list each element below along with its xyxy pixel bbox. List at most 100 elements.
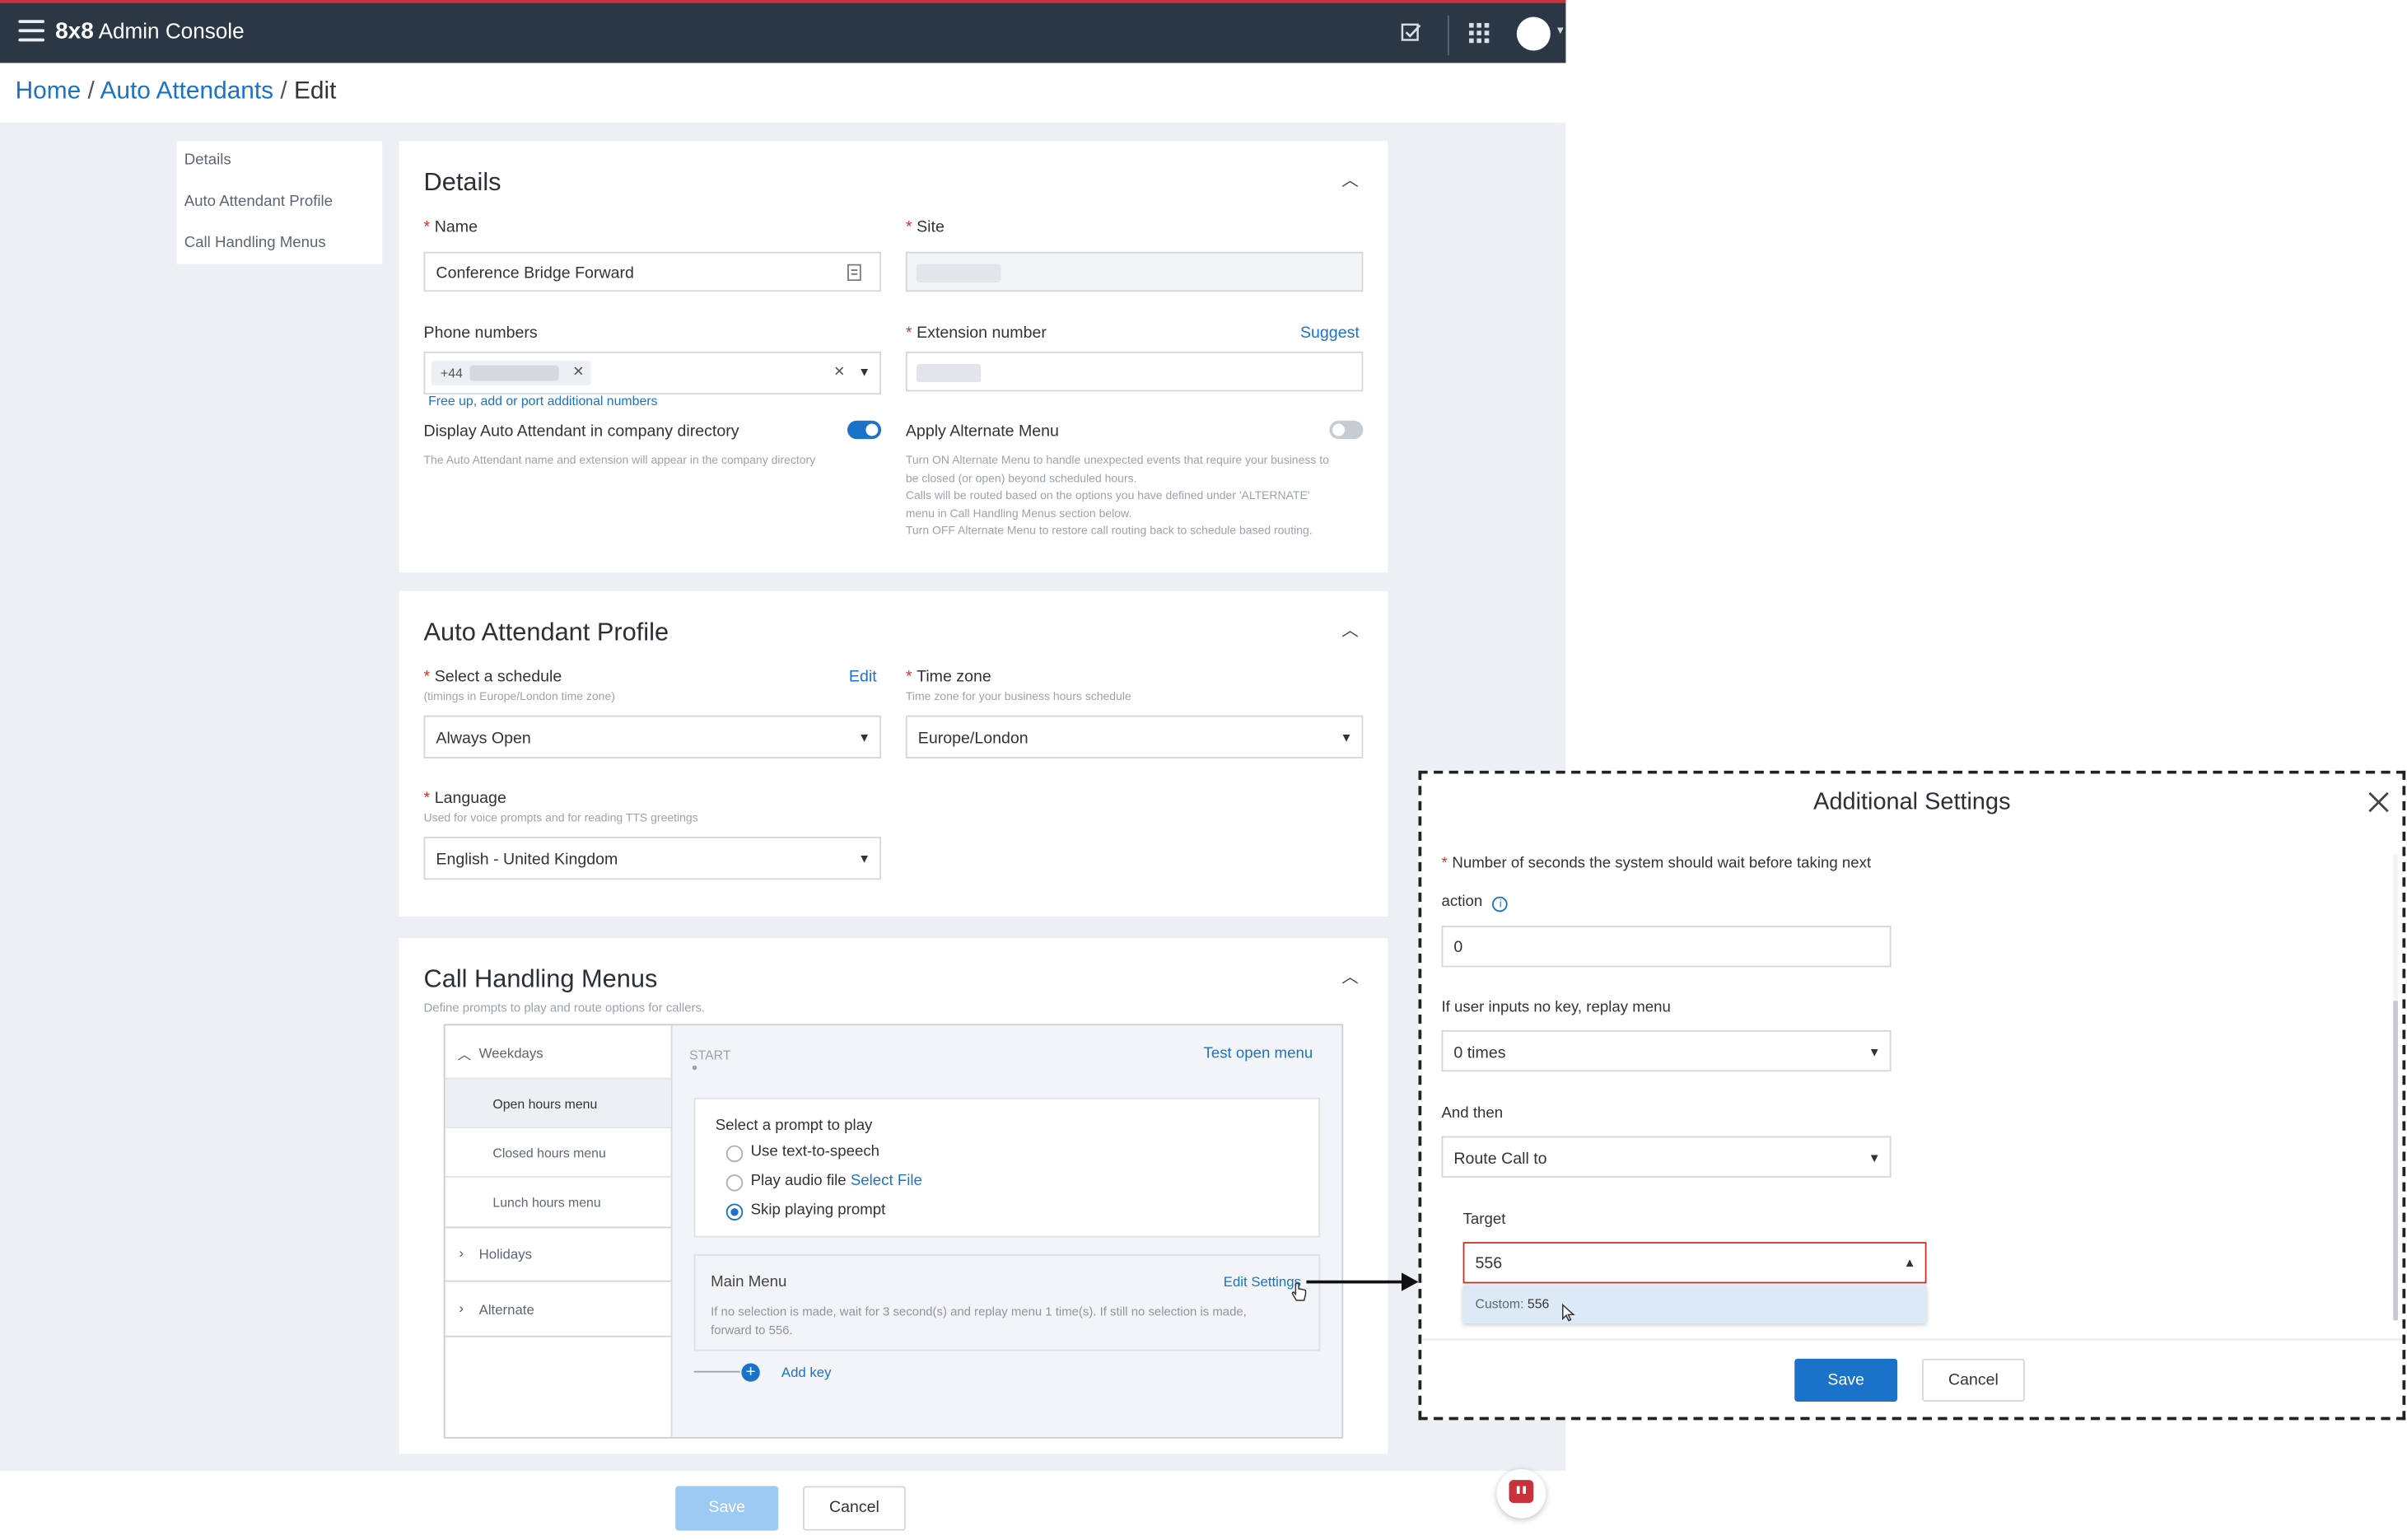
target-option-prefix: Custom: [1475, 1295, 1524, 1312]
language-select[interactable]: English - United Kingdom ▼ [423, 836, 882, 880]
toggle-knob [865, 423, 879, 436]
test-open-menu-link[interactable]: Test open menu [1204, 1046, 1313, 1063]
hamburger-menu-icon[interactable] [18, 20, 45, 42]
tree-weekdays[interactable]: Weekdays [479, 1046, 543, 1062]
collapse-chevron-icon[interactable]: ︿ [1341, 167, 1359, 192]
target-select[interactable]: 556 ▲ [1462, 1242, 1927, 1284]
timezone-value: Europe/London [917, 729, 1029, 748]
select-file-link[interactable]: Select File [851, 1173, 922, 1190]
dropdown-arrow-icon[interactable]: ▼ [858, 730, 870, 744]
radio-audio-file[interactable] [725, 1174, 744, 1192]
modal-scrollbar-track[interactable] [2393, 853, 2398, 1321]
schedule-hint: (timings in Europe/London time zone) [423, 689, 615, 703]
target-value: 556 [1475, 1254, 1503, 1273]
dropdown-arrow-icon[interactable]: ▼ [1868, 1151, 1881, 1165]
breadcrumb-current: Edit [293, 78, 337, 105]
extension-input[interactable] [905, 351, 1364, 392]
page-cancel-button[interactable]: Cancel [802, 1486, 906, 1531]
breadcrumb-auto-attendants[interactable]: Auto Attendants [100, 78, 273, 105]
main-menu-description-line: If no selection is made, wait for 3 seco… [711, 1304, 1247, 1319]
close-icon[interactable] [2367, 791, 2391, 814]
name-input[interactable]: Conference Bridge Forward [423, 251, 882, 292]
tree-item-closed-hours[interactable]: Closed hours menu [445, 1127, 671, 1176]
phone-numbers-select[interactable]: +44 ✕ ✕ ▼ [423, 351, 882, 395]
schedule-select[interactable]: Always Open ▼ [423, 715, 882, 758]
add-key-plus-icon[interactable]: + [741, 1363, 760, 1382]
radio-skip-label[interactable]: Skip playing prompt [751, 1202, 886, 1220]
timezone-label-text: Time zone [917, 667, 991, 687]
target-option-custom[interactable]: Custom: 556 [1462, 1285, 1927, 1323]
modal-scrollbar-thumb[interactable] [2393, 1001, 2398, 1321]
schedule-edit-link[interactable]: Edit [849, 668, 877, 686]
breadcrumb-home[interactable]: Home [16, 78, 82, 105]
avatar-caret-icon[interactable]: ▼ [1555, 26, 1565, 37]
alternate-hint-line: Turn ON Alternate Menu to handle unexpec… [905, 452, 1329, 467]
collapse-chevron-icon[interactable]: ︿ [1341, 617, 1359, 642]
expand-chevron-icon: › [459, 1244, 464, 1261]
name-input-value: Conference Bridge Forward [436, 264, 634, 283]
alternate-hint-line: Calls will be routed based on the option… [905, 488, 1310, 502]
tree-item-lunch-hours[interactable]: Lunch hours menu [445, 1175, 671, 1225]
timezone-select[interactable]: Europe/London ▼ [905, 715, 1364, 758]
dropdown-arrow-up-icon[interactable]: ▲ [1904, 1256, 1916, 1270]
radio-audio-text: Play audio file [750, 1173, 847, 1190]
tree-item-open-hours[interactable]: Open hours menu [445, 1079, 671, 1127]
modal-cancel-button[interactable]: Cancel [1921, 1358, 2025, 1402]
extension-label-text: Extension number [917, 324, 1047, 343]
page-save-button[interactable]: Save [675, 1486, 779, 1531]
schedule-value: Always Open [436, 729, 531, 748]
contact-card-icon[interactable] [847, 264, 861, 282]
radio-audio-label[interactable]: Play audio file Select File [751, 1173, 922, 1190]
and-then-select[interactable]: Route Call to ▼ [1441, 1136, 1892, 1178]
user-avatar[interactable] [1516, 16, 1551, 51]
collapse-chevron-icon[interactable]: ︿ [1341, 964, 1359, 989]
clear-icon[interactable]: ✕ [833, 364, 845, 381]
info-icon[interactable]: i [1492, 896, 1509, 912]
weekdays-chevron-icon[interactable]: ︿ [458, 1044, 472, 1064]
free-up-numbers-link[interactable]: Free up, add or port additional numbers [428, 393, 657, 408]
replay-menu-select[interactable]: 0 times ▼ [1441, 1029, 1892, 1072]
tree-alternate[interactable]: › Alternate [445, 1280, 671, 1337]
dropdown-arrow-icon[interactable]: ▼ [1341, 730, 1353, 744]
chip-remove-icon[interactable]: ✕ [572, 364, 584, 381]
suggest-link[interactable]: Suggest [1300, 324, 1360, 342]
breadcrumb-separator: / [280, 78, 287, 105]
tree-holidays[interactable]: › Holidays [445, 1226, 671, 1278]
modal-title: Additional Settings [1813, 789, 2011, 815]
radio-tts[interactable] [725, 1145, 744, 1163]
site-value-redacted [916, 264, 1001, 283]
alternate-hint-line: be closed (or open) beyond scheduled hou… [905, 470, 1137, 485]
phone-number-redacted [469, 365, 559, 381]
chat-widget-icon-mark [1516, 1486, 1520, 1494]
radio-tts-label[interactable]: Use text-to-speech [751, 1144, 879, 1161]
add-key-link[interactable]: Add key [781, 1365, 832, 1380]
chat-widget-button[interactable] [1496, 1469, 1546, 1519]
additional-settings-modal: Additional Settings * Number of seconds t… [1418, 770, 2406, 1421]
section-nav-details[interactable]: Details [184, 152, 231, 170]
alternate-menu-label: Apply Alternate Menu [905, 422, 1059, 441]
dropdown-arrow-icon[interactable]: ▼ [1868, 1046, 1881, 1060]
section-nav-call-handling[interactable]: Call Handling Menus [184, 235, 326, 252]
and-then-label: And then [1441, 1105, 1504, 1122]
alternate-menu-toggle[interactable] [1329, 420, 1364, 440]
dropdown-arrow-icon[interactable]: ▼ [858, 852, 870, 866]
directory-toggle[interactable] [847, 420, 882, 440]
menu-tree: ︿ Weekdays Open hours menu Closed hours … [445, 1025, 673, 1437]
section-nav: Details Auto Attendant Profile Call Hand… [176, 141, 383, 264]
app-grid-icon[interactable] [1469, 22, 1490, 44]
edit-settings-link[interactable]: Edit Settings [1224, 1274, 1301, 1290]
dropdown-arrow-icon[interactable]: ▼ [858, 366, 870, 380]
section-nav-profile[interactable]: Auto Attendant Profile [184, 194, 333, 211]
radio-skip-prompt[interactable] [725, 1203, 744, 1221]
app-logo[interactable]: 8x8 Admin Console [55, 18, 244, 44]
name-label: * Name [423, 217, 478, 237]
prompt-box: Select a prompt to play Use text-to-spee… [693, 1097, 1321, 1238]
schedule-label: * Select a schedule [423, 667, 562, 687]
site-select[interactable] [905, 251, 1364, 292]
tree-lunch-hours-label: Lunch hours menu [492, 1194, 601, 1210]
modal-save-button[interactable]: Save [1794, 1358, 1898, 1402]
hand-cursor-icon [1291, 1282, 1307, 1301]
task-check-icon[interactable] [1400, 21, 1421, 43]
wait-seconds-input[interactable]: 0 [1441, 926, 1892, 968]
alternate-hint-line: menu in Call Handling Menus section belo… [905, 506, 1132, 520]
